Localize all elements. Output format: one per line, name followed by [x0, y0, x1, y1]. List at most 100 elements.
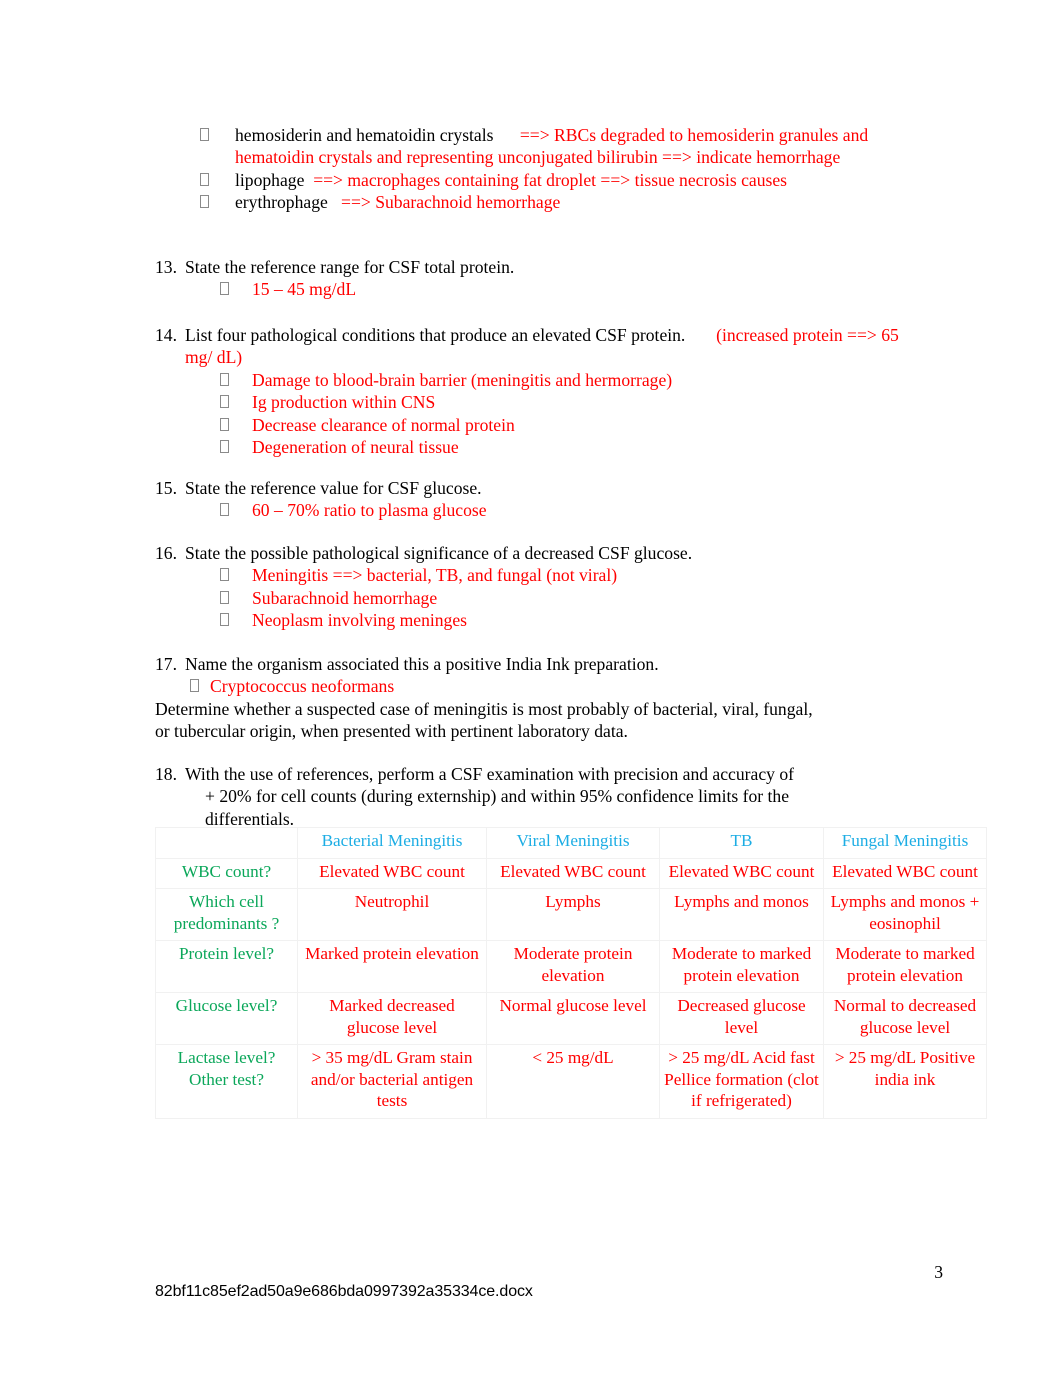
list-item: Decrease clearance of normal protein [220, 414, 915, 436]
question-text: State the reference value for CSF glucos… [185, 478, 482, 498]
table-row: Protein level? Marked protein elevation … [155, 941, 987, 993]
question-16: 16. State the possible pathological sign… [155, 542, 915, 632]
column-header-bacterial: Bacterial Meningitis [298, 827, 487, 859]
table-cell: Elevated WBC count [487, 858, 660, 889]
table-cell: < 25 mg/dL [487, 1045, 660, 1119]
table-cell: Moderate protein elevation [487, 941, 660, 993]
answer-text: Damage to blood-brain barrier (meningiti… [252, 369, 673, 390]
bullet-box-icon [220, 568, 229, 582]
list-item: Ig production within CNS [220, 391, 915, 413]
bullet-box-icon [220, 417, 229, 431]
answer-list: Damage to blood-brain barrier (meningiti… [220, 369, 915, 459]
bullet-box-icon [190, 679, 199, 693]
column-header-tb: TB [660, 827, 824, 859]
bullet-box-icon [220, 590, 229, 604]
bullet-answer-text: ==> Subarachnoid hemorrhage [341, 192, 561, 213]
question-number: 15. [155, 478, 177, 498]
question-14: 14. List four pathological conditions th… [155, 324, 915, 458]
bullet-box-icon [220, 282, 229, 296]
list-item: Subarachnoid hemorrhage [220, 587, 915, 609]
answer-list: Cryptococcus neoformans [190, 675, 915, 697]
column-header-viral: Viral Meningitis [487, 827, 660, 859]
question-number: 14. [155, 325, 177, 345]
bullet-box-icon [220, 503, 229, 517]
table-corner-cell [155, 827, 298, 859]
table-cell: Moderate to marked protein elevation [660, 941, 824, 993]
bullet-box-icon [200, 128, 209, 141]
question-number: 16. [155, 543, 177, 563]
table-cell: Normal glucose level [487, 993, 660, 1045]
question-text-line-1: With the use of references, perform a CS… [185, 764, 794, 784]
question-text-line-2: + 20% for cell counts (during externship… [205, 786, 790, 807]
answer-list: 15 – 45 mg/dL [220, 278, 915, 300]
table-cell: Marked decreased glucose level [298, 993, 487, 1045]
bullet-box-icon [200, 172, 209, 186]
question-text: State the reference range for CSF total … [185, 257, 515, 277]
bullet-question-text: erythrophage [235, 192, 328, 213]
document-page: hemosiderin and hematoidin crystals ==> … [0, 0, 1062, 1376]
answer-text: Degeneration of neural tissue [252, 437, 459, 458]
table-header-row: Bacterial Meningitis Viral Meningitis TB… [155, 827, 987, 859]
table-cell: > 25 mg/dL Positive india ink [824, 1045, 987, 1119]
list-item: hemosiderin and hematoidin crystals ==> … [200, 124, 912, 169]
table-cell: Moderate to marked protein elevation [824, 941, 987, 993]
table-cell: Elevated WBC count [660, 858, 824, 889]
row-label-lactase-level-other-test: Lactase level? Other test? [155, 1045, 298, 1119]
table-cell: Lymphs [487, 889, 660, 941]
table-cell: Neutrophil [298, 889, 487, 941]
list-item: 15 – 45 mg/dL [220, 278, 915, 300]
bullet-question-text: lipophage [235, 169, 305, 190]
row-label-protein-level: Protein level? [155, 941, 298, 993]
document-filename: 82bf11c85ef2ad50a9e686bda0997392a35334ce… [155, 1283, 533, 1300]
table-cell: Lymphs and monos [660, 889, 824, 941]
table-cell: Marked protein elevation [298, 941, 487, 993]
answer-list: 60 – 70% ratio to plasma glucose [220, 499, 915, 521]
bullet-answer-text: ==> macrophages containing fat droplet =… [313, 169, 788, 190]
question-number: 13. [155, 257, 177, 277]
answer-text: 15 – 45 mg/dL [252, 279, 357, 300]
table-cell: > 35 mg/dL Gram stain and/or bacterial a… [298, 1045, 487, 1119]
question-text: State the possible pathological signific… [185, 543, 693, 563]
question-text: List four pathological conditions that p… [185, 325, 686, 345]
table-row: Which cell predominants ? Neutrophil Lym… [155, 889, 987, 941]
top-bullet-list: hemosiderin and hematoidin crystals ==> … [200, 124, 912, 214]
table-row: Glucose level? Marked decreased glucose … [155, 993, 987, 1045]
answer-text: 60 – 70% ratio to plasma glucose [252, 500, 487, 521]
question-17: 17. Name the organism associated this a … [155, 653, 915, 743]
question-13: 13. State the reference range for CSF to… [155, 256, 915, 301]
answer-text: Ig production within CNS [252, 392, 436, 413]
answer-list: Meningitis ==> bacterial, TB, and fungal… [220, 564, 915, 631]
list-item: Cryptococcus neoformans [190, 675, 915, 697]
question-18: 18. With the use of references, perform … [155, 763, 915, 830]
question-15: 15. State the reference value for CSF gl… [155, 477, 915, 522]
trailing-paragraph: Determine whether a suspected case of me… [155, 698, 813, 742]
table-cell: Elevated WBC count [298, 858, 487, 889]
list-item: Meningitis ==> bacterial, TB, and fungal… [220, 564, 915, 586]
list-item: Degeneration of neural tissue [220, 436, 915, 458]
bullet-box-icon [220, 440, 229, 454]
list-item: lipophage ==> macrophages containing fat… [200, 169, 912, 191]
question-text-wrap: List four pathological conditions that p… [185, 324, 915, 369]
bullet-box-icon [220, 372, 229, 386]
row-label-glucose-level: Glucose level? [155, 993, 298, 1045]
bullet-box-icon [200, 195, 209, 209]
list-item: Damage to blood-brain barrier (meningiti… [220, 369, 915, 391]
list-item: 60 – 70% ratio to plasma glucose [220, 499, 915, 521]
question-number: 17. [155, 654, 177, 674]
list-item: erythrophage ==> Subarachnoid hemorrhage [200, 191, 912, 213]
row-label-which-cell-predominants: Which cell predominants ? [155, 889, 298, 941]
bullet-box-icon [220, 613, 229, 627]
row-label-wbc-count: WBC count? [155, 858, 298, 889]
list-item: Neoplasm involving meninges [220, 609, 915, 631]
table-cell: Lymphs and monos + eosinophil [824, 889, 987, 941]
column-header-fungal: Fungal Meningitis [824, 827, 987, 859]
page-number: 3 [934, 1262, 943, 1282]
csf-comparison-table: Bacterial Meningitis Viral Meningitis TB… [155, 827, 987, 1119]
table-cell: > 25 mg/dL Acid fast Pellice formation (… [660, 1045, 824, 1119]
answer-text: Subarachnoid hemorrhage [252, 587, 438, 608]
answer-text: Decrease clearance of normal protein [252, 414, 515, 435]
table-cell: Normal to decreased glucose level [824, 993, 987, 1045]
